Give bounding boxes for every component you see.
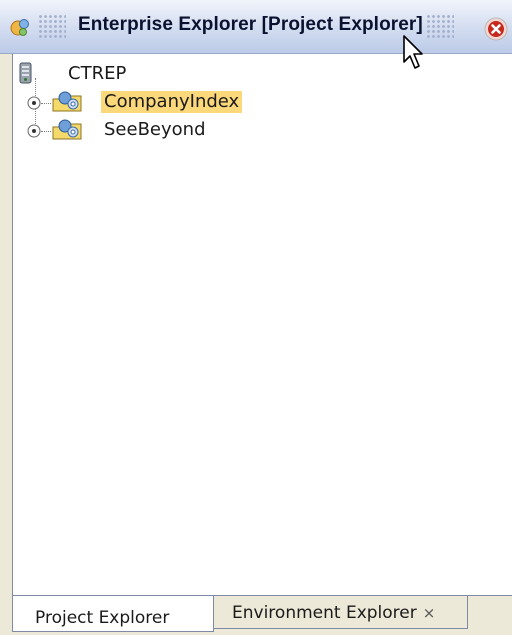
repository-icon (19, 62, 32, 84)
tree-item-label: SeeBeyond (104, 119, 206, 140)
project-tree[interactable]: CTREP CompanyIndex SeeBeyond (12, 54, 512, 596)
project-icon (52, 119, 82, 140)
title-grip-left (38, 14, 66, 40)
enterprise-explorer-panel: Enterprise Explorer [Project Explorer] C… (0, 0, 512, 635)
explorer-icon (10, 19, 29, 36)
tab-close-icon[interactable]: × (423, 604, 436, 622)
close-icon[interactable] (484, 17, 508, 41)
title-bar[interactable]: Enterprise Explorer [Project Explorer] (0, 0, 512, 54)
title-grip-right (426, 14, 454, 40)
window-title: Enterprise Explorer [Project Explorer] (78, 14, 423, 35)
bottom-tab-bar: Project Explorer Environment Explorer × (0, 596, 512, 635)
tab-environment-explorer[interactable]: Environment Explorer × (214, 596, 468, 629)
tree-connector (41, 131, 51, 132)
project-icon (52, 91, 82, 112)
expand-icon[interactable] (27, 96, 41, 110)
tab-label: Project Explorer (35, 607, 170, 628)
tab-label: Environment Explorer (232, 603, 417, 623)
tree-connector (41, 103, 51, 104)
tree-root-label: CTREP (68, 63, 127, 84)
expand-icon[interactable] (27, 124, 41, 138)
tree-item-label: CompanyIndex (101, 91, 243, 113)
tab-project-explorer[interactable]: Project Explorer (12, 596, 214, 632)
